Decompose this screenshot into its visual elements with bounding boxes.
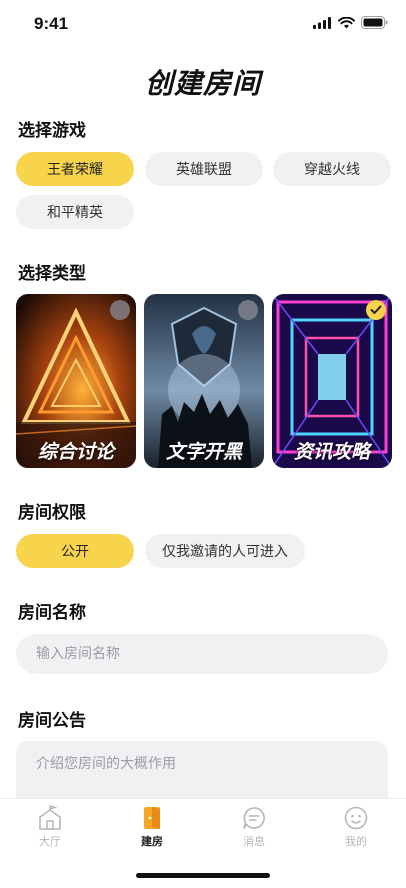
message-icon	[243, 807, 265, 829]
type-card-news-guide[interactable]: 资讯攻略	[272, 294, 392, 468]
battery-icon	[361, 16, 388, 29]
create-room-icon	[144, 807, 160, 829]
tab-hall[interactable]: 大厅	[10, 805, 90, 849]
type-card-label: 综合讨论	[37, 441, 114, 463]
type-radio-text-team[interactable]	[238, 300, 258, 320]
tab-label-messages: 消息	[243, 835, 265, 848]
type-radio-general-discussion[interactable]	[110, 300, 130, 320]
type-card-general-discussion[interactable]: 综合讨论	[16, 294, 136, 468]
checkmark-icon	[370, 305, 382, 314]
tab-label-profile: 我的	[345, 835, 367, 848]
status-time: 9:41	[34, 14, 69, 33]
tab-messages[interactable]: 消息	[214, 805, 294, 849]
home-indicator	[136, 873, 270, 878]
wifi-icon	[338, 16, 355, 28]
hall-icon	[39, 805, 61, 830]
permission-chip-public[interactable]: 公开	[16, 534, 134, 568]
game-chip-chuanyuehuoxian[interactable]: 穿越火线	[273, 152, 391, 186]
type-card-text-team[interactable]: 文字开黑	[144, 294, 264, 468]
section-title-permission: 房间权限	[18, 503, 86, 523]
type-card-label: 资讯攻略	[293, 441, 370, 463]
type-radio-news-guide-checked[interactable]	[366, 300, 386, 320]
section-title-notice: 房间公告	[18, 711, 86, 731]
section-title-game: 选择游戏	[18, 121, 86, 141]
tab-profile[interactable]: 我的	[316, 805, 396, 849]
status-icons	[313, 16, 388, 29]
type-card-label: 文字开黑	[165, 441, 242, 463]
section-title-type: 选择类型	[18, 264, 86, 284]
section-title-name: 房间名称	[18, 603, 86, 623]
room-name-input[interactable]: 输入房间名称	[16, 634, 388, 674]
tab-label-hall: 大厅	[39, 835, 61, 848]
permission-chip-invite-only[interactable]: 仅我邀请的人可进入	[145, 534, 305, 568]
game-chip-hepingjingying[interactable]: 和平精英	[16, 195, 134, 229]
tab-label-create-room: 建房	[141, 835, 163, 848]
tab-create-room[interactable]: 建房	[112, 805, 192, 849]
game-chip-wangzherongyao[interactable]: 王者荣耀	[16, 152, 134, 186]
signal-icon	[313, 16, 331, 29]
page-title: 创建房间	[144, 67, 261, 100]
game-chip-yingxionglianmeng[interactable]: 英雄联盟	[145, 152, 263, 186]
status-bar: 9:41	[0, 0, 406, 50]
profile-icon	[344, 806, 368, 830]
